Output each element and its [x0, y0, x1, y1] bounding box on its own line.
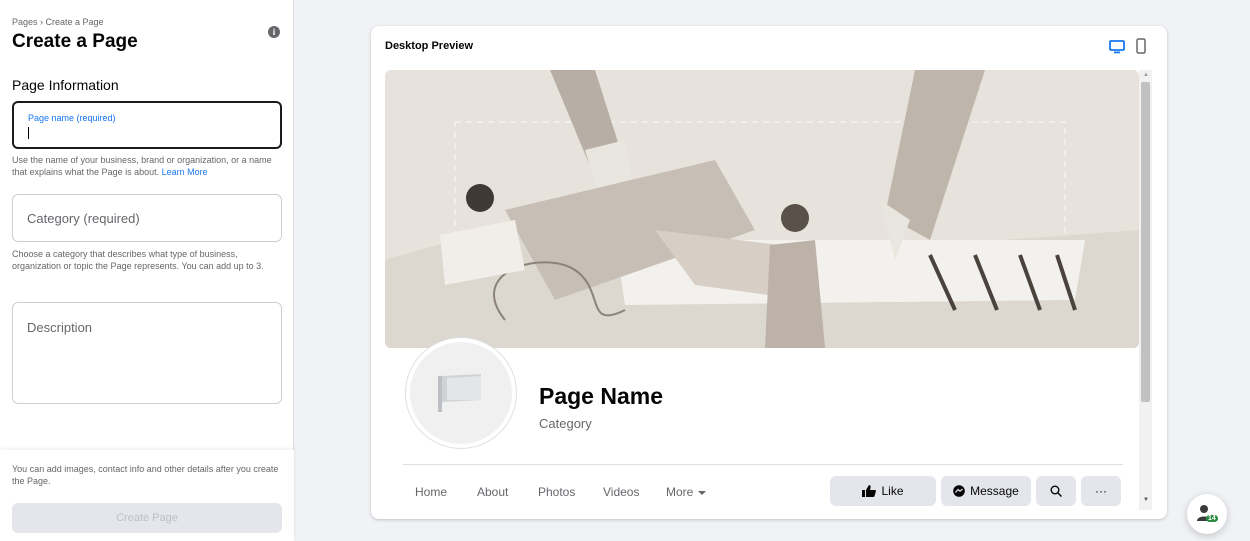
section-heading: Page Information [12, 77, 119, 93]
page-title: Create a Page [12, 31, 138, 52]
footer-note: You can add images, contact info and oth… [12, 464, 279, 486]
sidebar-footer: You can add images, contact info and oth… [0, 450, 294, 541]
tab-more-label: More [666, 485, 694, 499]
scroll-thumb[interactable] [1141, 82, 1150, 402]
category-input[interactable]: Category (required) [12, 194, 282, 242]
learn-more-link[interactable]: Learn More [162, 167, 208, 177]
breadcrumb[interactable]: Pages › Create a Page [12, 17, 104, 27]
page-name-label: Page name (required) [28, 113, 116, 123]
floating-contacts-button[interactable]: 14 [1187, 494, 1227, 534]
flag-icon [438, 374, 481, 412]
mobile-icon[interactable] [1136, 38, 1146, 54]
desktop-preview-card: Desktop Preview ▲ ▼ Page Name Category H… [371, 26, 1167, 519]
divider [403, 464, 1123, 465]
people-icon [1197, 505, 1211, 521]
preview-scrollbar[interactable]: ▲ ▼ [1139, 70, 1152, 510]
desktop-icon[interactable] [1109, 40, 1125, 54]
contacts-count-badge: 14 [1206, 515, 1218, 522]
cover-photo-illustration [385, 70, 1139, 348]
preview-page-name: Page Name [539, 383, 664, 409]
page-name-input[interactable]: Page name (required) [12, 101, 282, 149]
message-label: Message [970, 484, 1019, 498]
create-page-sidebar: Pages › Create a Page Create a Page i Pa… [0, 0, 294, 541]
page-name-help-text: Use the name of your business, brand or … [12, 155, 272, 177]
messenger-icon [953, 485, 965, 497]
description-textarea[interactable]: Description [12, 302, 282, 404]
more-dots-icon: ··· [1095, 484, 1107, 498]
chevron-down-icon [698, 490, 707, 495]
text-caret [28, 127, 29, 139]
page-name-help: Use the name of your business, brand or … [12, 154, 287, 178]
scroll-down-arrow-icon[interactable]: ▼ [1143, 497, 1149, 503]
more-options-button[interactable]: ··· [1081, 476, 1121, 506]
description-placeholder: Description [27, 320, 93, 335]
cover-illustration [385, 70, 1139, 348]
tab-more[interactable]: More [666, 485, 707, 499]
preview-category: Category [539, 416, 592, 431]
create-page-button[interactable]: Create Page [12, 503, 282, 533]
tab-home[interactable]: Home [415, 485, 447, 499]
search-button[interactable] [1036, 476, 1076, 506]
search-icon [1050, 485, 1062, 497]
message-button[interactable]: Message [941, 476, 1031, 506]
preview-title: Desktop Preview [385, 40, 474, 52]
profile-picture-placeholder [406, 338, 516, 448]
tab-about[interactable]: About [477, 485, 508, 499]
scroll-up-arrow-icon[interactable]: ▲ [1143, 72, 1149, 78]
tab-videos[interactable]: Videos [603, 485, 639, 499]
like-button[interactable]: Like [830, 476, 936, 506]
tab-photos[interactable]: Photos [538, 485, 575, 499]
thumbs-up-icon [862, 485, 877, 497]
category-placeholder: Category (required) [27, 211, 140, 226]
info-icon[interactable]: i [268, 26, 280, 38]
like-label: Like [881, 484, 904, 498]
category-help: Choose a category that describes what ty… [12, 249, 264, 271]
